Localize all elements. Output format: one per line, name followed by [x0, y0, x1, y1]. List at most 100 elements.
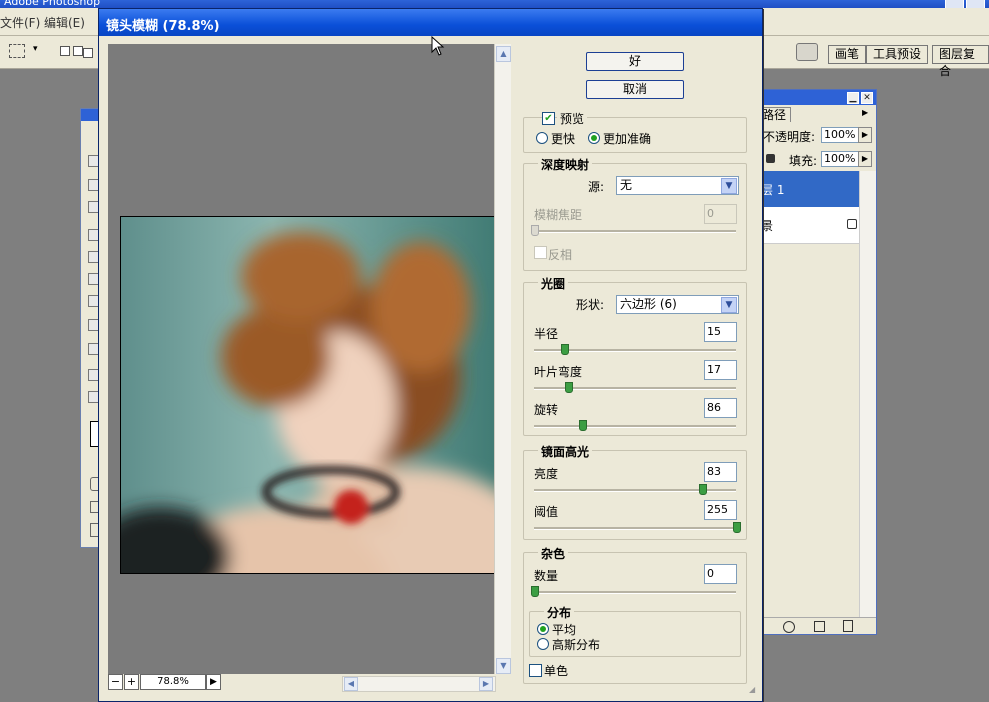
amount-slider-thumb[interactable] — [531, 586, 539, 597]
adjustment-layer-icon[interactable] — [783, 621, 795, 633]
lock-all-icon[interactable] — [766, 154, 775, 163]
rotation-label: 旋转 — [534, 403, 559, 417]
trash-icon[interactable] — [843, 620, 853, 632]
subtract-selection-icon[interactable] — [83, 48, 93, 58]
zoom-out-button[interactable]: − — [108, 674, 123, 690]
preview-area — [108, 44, 502, 676]
radio-more-accurate[interactable] — [588, 132, 600, 144]
layer-1-name: 图层 1 — [749, 183, 785, 197]
iris-title: 光圈 — [538, 275, 569, 292]
iris-group: 光圈 形状: 六边形 (6) ▼ 半径 15 叶片弯度 17 旋转 86 — [523, 275, 747, 436]
dock-tab-layer-comps[interactable]: 图层复合 — [932, 45, 989, 78]
scroll-up-icon[interactable]: ▲ — [496, 46, 511, 62]
cancel-button[interactable]: 取消 — [586, 80, 684, 99]
faster-label: 更快 — [551, 132, 576, 146]
radio-gaussian[interactable] — [537, 638, 549, 650]
specular-highlights-title: 镜面高光 — [538, 443, 593, 460]
zoom-in-button[interactable]: + — [124, 674, 139, 690]
radio-faster[interactable] — [536, 132, 548, 144]
new-layer-icon[interactable] — [814, 621, 825, 632]
amount-input[interactable]: 0 — [704, 564, 737, 584]
rotation-input[interactable]: 86 — [704, 398, 737, 418]
blur-focal-distance-input[interactable]: 0 — [704, 204, 737, 224]
scroll-down-icon[interactable]: ▼ — [496, 658, 511, 674]
layers-palette-header: ▁ ✕ — [761, 90, 876, 105]
marquee-tool-icon[interactable] — [9, 44, 25, 58]
checkmark-icon: ✔ — [544, 113, 553, 124]
palette-well-icon[interactable] — [796, 43, 818, 61]
shape-select[interactable]: 六边形 (6) ▼ — [616, 295, 739, 314]
monochromatic-label: 单色 — [544, 664, 569, 678]
palette-menu-arrow-icon[interactable]: ▶ — [862, 108, 872, 120]
brightness-label: 亮度 — [534, 467, 559, 481]
new-selection-icon[interactable] — [60, 46, 70, 56]
minimize-button[interactable] — [945, 0, 964, 8]
layers-footer — [761, 617, 876, 634]
focal-distance-slider[interactable] — [531, 225, 736, 236]
source-label: 源: — [588, 180, 605, 194]
layers-palette: ▁ ✕ 路径 ▶ 不透明度: 100% ▶ 填充: 100% ▶ 图层 1 背景 — [749, 89, 877, 635]
menu-file[interactable]: 文件(F) — [0, 14, 40, 31]
menu-edit[interactable]: 编辑(E) — [44, 14, 85, 31]
layers-scrollbar[interactable] — [859, 171, 876, 617]
blade-curvature-label: 叶片弯度 — [534, 365, 583, 379]
layer-row-1[interactable]: 图层 1 — [749, 171, 859, 207]
opacity-arrow-icon[interactable]: ▶ — [858, 127, 872, 143]
blade-curvature-input[interactable]: 17 — [704, 360, 737, 380]
preview-horizontal-scrollbar[interactable]: ◀ ▶ — [342, 676, 496, 692]
radius-input[interactable]: 15 — [704, 322, 737, 342]
lens-blur-dialog: 镜头模糊 (78.8%) ▲ ▼ − + 78.8% ▶ ◀ ▶ 好 取消 ✔ … — [98, 8, 763, 702]
radius-slider[interactable] — [534, 344, 736, 355]
palette-minimize-icon[interactable]: ▁ — [847, 92, 859, 104]
threshold-slider[interactable] — [534, 522, 741, 533]
amount-slider[interactable] — [531, 586, 736, 597]
distribution-group: 分布 平均 高斯分布 — [529, 604, 741, 657]
preview-image[interactable] — [120, 216, 502, 574]
fill-arrow-icon[interactable]: ▶ — [858, 151, 872, 167]
paths-tab[interactable]: 路径 — [761, 107, 791, 122]
dock-tab-tool-presets[interactable]: 工具预设 — [866, 45, 929, 64]
threshold-input[interactable]: 255 — [704, 500, 737, 520]
dock-tab-brushes[interactable]: 画笔 — [828, 45, 867, 64]
fill-label: 填充: — [789, 154, 818, 168]
preview-checkbox[interactable]: ✔ — [542, 112, 555, 125]
threshold-slider-thumb[interactable] — [733, 522, 741, 533]
invert-checkbox[interactable] — [534, 246, 547, 259]
distribution-title: 分布 — [544, 604, 575, 621]
resize-grip-icon[interactable]: ◢ — [749, 685, 759, 695]
preview-vertical-scrollbar[interactable]: ▲ ▼ — [494, 44, 511, 674]
layer-lock-icon — [847, 219, 857, 229]
rotation-slider[interactable] — [534, 420, 736, 431]
palette-close-icon[interactable]: ✕ — [861, 92, 873, 104]
layer-row-background[interactable]: 背景 — [761, 207, 859, 244]
amount-label: 数量 — [534, 569, 559, 583]
dialog-titlebar[interactable]: 镜头模糊 (78.8%) — [99, 9, 762, 36]
radius-slider-thumb[interactable] — [561, 344, 570, 355]
scroll-left-icon[interactable]: ◀ — [344, 677, 358, 691]
rotation-slider-thumb[interactable] — [579, 420, 588, 431]
monochromatic-checkbox[interactable] — [529, 664, 542, 677]
threshold-label: 阈值 — [534, 505, 559, 519]
restore-button[interactable] — [966, 0, 985, 8]
brightness-input[interactable]: 83 — [704, 462, 737, 482]
add-selection-icon[interactable] — [73, 46, 83, 56]
blade-curvature-slider-thumb[interactable] — [565, 382, 574, 393]
more-accurate-label: 更加准确 — [603, 132, 652, 146]
brightness-slider-thumb[interactable] — [698, 484, 707, 495]
zoom-level-field[interactable]: 78.8% — [140, 674, 206, 690]
blade-curvature-slider[interactable] — [534, 382, 736, 393]
fill-input[interactable]: 100% — [821, 151, 859, 167]
preview-label: 预览 — [557, 110, 588, 127]
gaussian-label: 高斯分布 — [552, 638, 601, 652]
ok-button[interactable]: 好 — [586, 52, 684, 71]
zoom-menu-arrow-icon[interactable]: ▶ — [206, 674, 221, 690]
radio-uniform[interactable] — [537, 623, 549, 635]
brightness-slider[interactable] — [534, 484, 736, 495]
focal-distance-slider-thumb[interactable] — [531, 225, 539, 236]
scroll-right-icon[interactable]: ▶ — [479, 677, 493, 691]
source-select[interactable]: 无 ▼ — [616, 176, 739, 195]
blur-focal-distance-label: 模糊焦距 — [534, 208, 583, 222]
opacity-input[interactable]: 100% — [821, 127, 859, 143]
depth-map-group: 深度映射 源: 无 ▼ 模糊焦距 0 反相 — [523, 156, 747, 271]
tool-preset-dropdown-icon[interactable]: ▾ — [33, 44, 38, 54]
